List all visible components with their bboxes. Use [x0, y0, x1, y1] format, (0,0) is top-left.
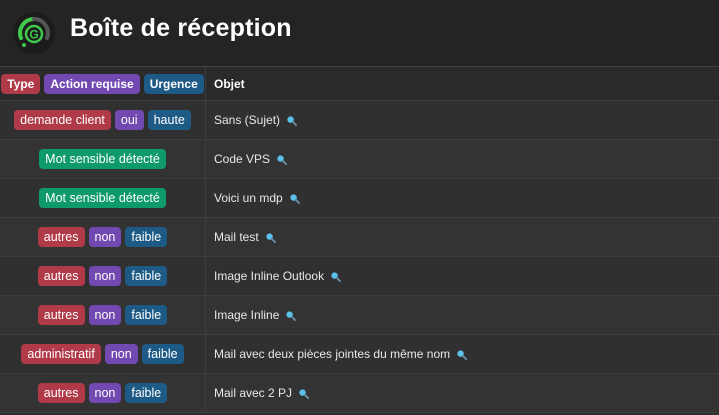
- table-row[interactable]: administratif non faible Mail avec deux piè…: [0, 335, 719, 374]
- app-header: G Boîte de réception: [0, 0, 719, 66]
- tags-cell: administratif non faible: [0, 335, 206, 373]
- svg-text:G: G: [29, 28, 38, 42]
- tags-cell: autres non faible: [0, 296, 206, 334]
- subject-cell: Code VPS: [214, 140, 288, 178]
- page-title: Boîte de réception: [70, 14, 292, 42]
- tags-cell: demande client oui haute: [0, 101, 206, 139]
- table-header-row: Type Action requise Urgence Objet: [0, 66, 719, 101]
- action-badge: non: [104, 344, 138, 364]
- urgence-badge: faible: [125, 266, 168, 286]
- tags-cell: Mot sensible détecté: [0, 179, 206, 217]
- type-badge: autres: [37, 305, 85, 325]
- table-row[interactable]: demande client oui haute Sans (Sujet): [0, 101, 719, 140]
- table-body: demande client oui haute Sans (Sujet) Mot se…: [0, 101, 719, 413]
- subject-cell: Mail avec 2 PJ: [214, 374, 310, 412]
- subject-cell: Image Inline: [214, 296, 297, 334]
- subject-text[interactable]: Image Inline: [214, 308, 279, 322]
- type-badge: demande client: [14, 110, 111, 130]
- subject-text[interactable]: Voici un mdp: [214, 191, 283, 205]
- magnifier-icon[interactable]: [289, 193, 300, 204]
- subject-cell: Voici un mdp: [214, 179, 300, 217]
- urgence-badge: faible: [125, 305, 168, 325]
- action-badge: oui: [114, 110, 144, 130]
- gauge-logo-icon[interactable]: G: [12, 11, 56, 55]
- subject-text[interactable]: Sans (Sujet): [214, 113, 280, 127]
- tags-header-cell: Type Action requise Urgence: [0, 67, 206, 100]
- type-badge: autres: [37, 383, 85, 403]
- column-header-action[interactable]: Action requise: [44, 73, 140, 94]
- action-badge: non: [88, 227, 122, 247]
- magnifier-icon[interactable]: [456, 349, 468, 360]
- magnifier-icon[interactable]: [286, 115, 298, 126]
- subject-cell: Mail avec deux pièces jointes du même no…: [214, 335, 468, 373]
- subject-text[interactable]: Image Inline Outlook: [214, 269, 324, 283]
- urgence-badge: faible: [125, 227, 168, 247]
- type-badge: administratif: [21, 344, 101, 364]
- sensitive-word-badge: Mot sensible détecté: [39, 149, 166, 169]
- table-row[interactable]: Mot sensible détecté Voici un mdp: [0, 179, 719, 218]
- table-row[interactable]: autres non faible Image Inline Outlook: [0, 257, 719, 296]
- type-badge: autres: [37, 266, 85, 286]
- magnifier-icon[interactable]: [276, 154, 288, 165]
- tags-cell: autres non faible: [0, 257, 206, 295]
- magnifier-icon[interactable]: [298, 388, 310, 399]
- urgence-badge: faible: [125, 383, 168, 403]
- table-row[interactable]: autres non faible Mail avec 2 PJ: [0, 374, 719, 413]
- action-badge: non: [88, 383, 122, 403]
- tags-cell: Mot sensible détecté: [0, 140, 206, 178]
- subject-text[interactable]: Mail avec 2 PJ: [214, 386, 292, 400]
- inbox-table: Type Action requise Urgence Objet demand…: [0, 66, 719, 413]
- type-badge: autres: [37, 227, 85, 247]
- magnifier-icon[interactable]: [330, 271, 342, 282]
- table-row[interactable]: autres non faible Mail test: [0, 218, 719, 257]
- subject-cell: Sans (Sujet): [214, 101, 298, 139]
- tags-cell: autres non faible: [0, 374, 206, 412]
- column-header-urgence[interactable]: Urgence: [143, 73, 204, 94]
- column-header-type[interactable]: Type: [1, 73, 41, 94]
- column-header-objet[interactable]: Objet: [214, 67, 245, 100]
- sensitive-word-badge: Mot sensible détecté: [39, 188, 166, 208]
- action-badge: non: [88, 305, 122, 325]
- urgence-badge: haute: [147, 110, 191, 130]
- subject-cell: Mail test: [214, 218, 276, 256]
- magnifier-icon[interactable]: [285, 310, 297, 321]
- magnifier-icon[interactable]: [265, 232, 276, 243]
- table-row[interactable]: autres non faible Image Inline: [0, 296, 719, 335]
- subject-text[interactable]: Mail avec deux pièces jointes du même no…: [214, 347, 450, 361]
- subject-text[interactable]: Code VPS: [214, 152, 270, 166]
- urgence-badge: faible: [141, 344, 184, 364]
- tags-cell: autres non faible: [0, 218, 206, 256]
- table-row[interactable]: Mot sensible détecté Code VPS: [0, 140, 719, 179]
- action-badge: non: [88, 266, 122, 286]
- subject-cell: Image Inline Outlook: [214, 257, 342, 295]
- subject-text[interactable]: Mail test: [214, 230, 259, 244]
